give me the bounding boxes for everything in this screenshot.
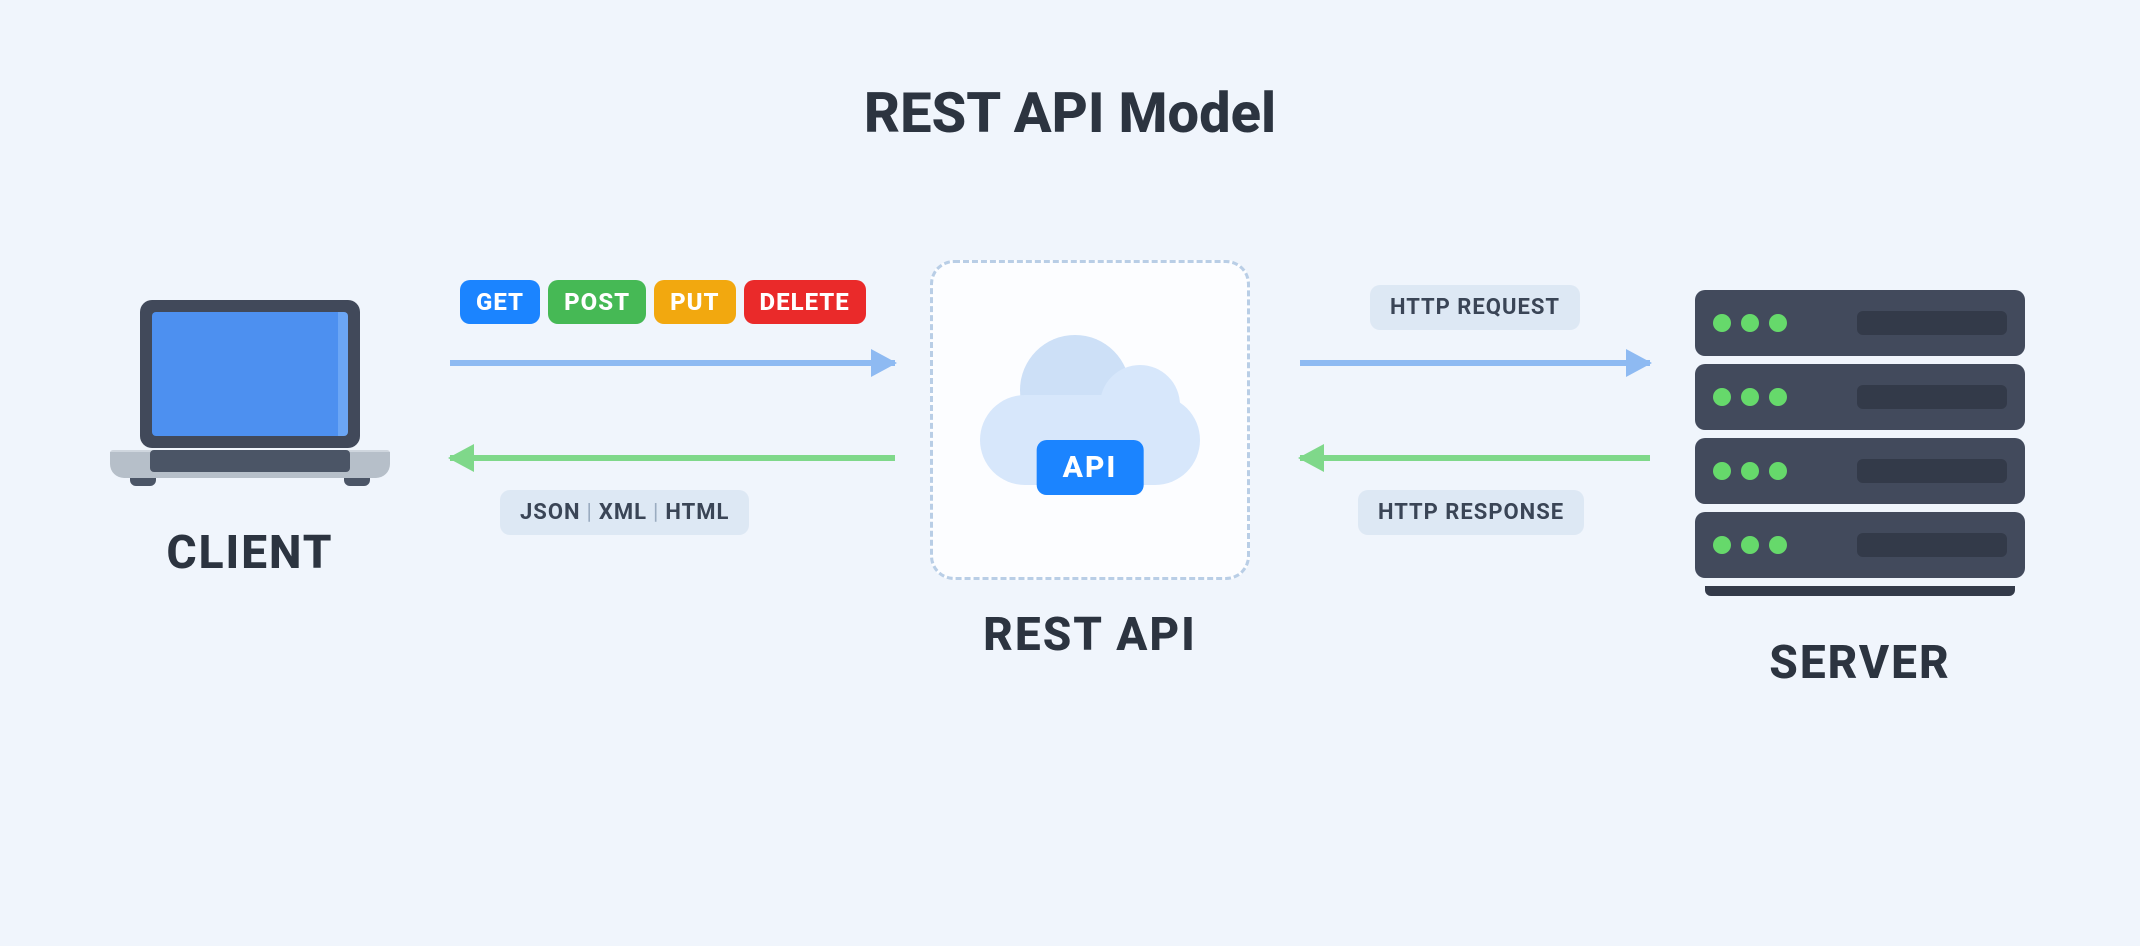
laptop-icon — [110, 300, 390, 486]
arrow-client-to-api — [450, 360, 895, 366]
format-json: JSON — [520, 500, 581, 525]
http-request-label: HTTP REQUEST — [1370, 285, 1580, 330]
api-caption: REST API — [983, 608, 1197, 662]
arrow-api-to-server — [1300, 360, 1650, 366]
server-caption: SERVER — [1769, 636, 1950, 690]
method-post: POST — [548, 280, 646, 324]
format-html: HTML — [665, 500, 729, 525]
api-badge: API — [1037, 440, 1144, 495]
diagram-title: REST API Model — [864, 80, 1276, 146]
server-icon — [1695, 290, 2025, 596]
format-xml: XML — [599, 500, 647, 525]
http-response-label: HTTP RESPONSE — [1358, 490, 1584, 535]
http-methods: GET POST PUT DELETE — [460, 280, 866, 324]
api-box: API — [930, 260, 1250, 580]
cloud-icon: API — [980, 355, 1200, 485]
arrow-server-to-api — [1300, 455, 1650, 461]
arrow-api-to-client — [450, 455, 895, 461]
client-node: CLIENT — [90, 300, 410, 580]
rest-api-node: API REST API — [930, 260, 1250, 662]
format-sep: | — [587, 500, 593, 525]
client-caption: CLIENT — [166, 526, 333, 580]
server-node: SERVER — [1680, 290, 2040, 690]
format-sep: | — [653, 500, 659, 525]
method-put: PUT — [654, 280, 735, 324]
response-formats: JSON | XML | HTML — [500, 490, 749, 535]
method-delete: DELETE — [744, 280, 866, 324]
method-get: GET — [460, 280, 540, 324]
